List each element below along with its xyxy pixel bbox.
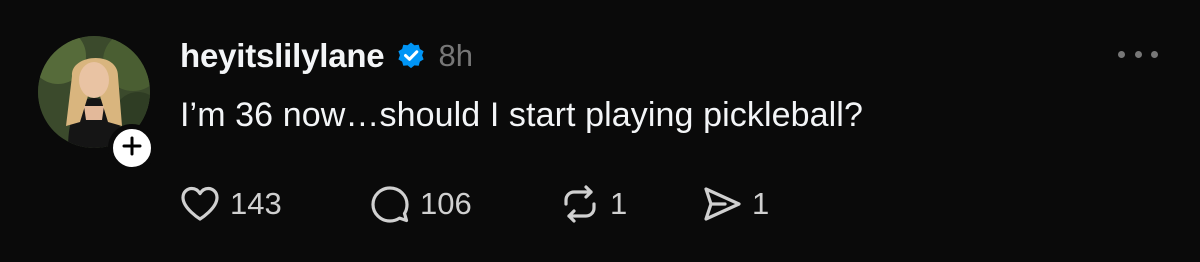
follow-button[interactable] [108, 124, 156, 172]
like-button[interactable]: 143 [178, 178, 368, 230]
plus-icon [122, 136, 142, 161]
post-timestamp[interactable]: 8h [438, 38, 472, 74]
heart-icon [178, 182, 222, 226]
more-dot [1151, 50, 1158, 58]
repost-button[interactable]: 1 [558, 178, 700, 230]
avatar-container [38, 36, 156, 172]
comment-bubble-icon [368, 182, 412, 226]
more-options-button[interactable] [1118, 44, 1158, 64]
post-text: I’m 36 now…should I start playing pickle… [180, 96, 863, 134]
verified-badge-icon [396, 41, 426, 71]
post-header: heyitslilylane 8h [180, 34, 473, 78]
thread-post: heyitslilylane 8h I’m 36 now…should I st… [0, 0, 1200, 262]
post-actions: 143 106 1 1 [178, 178, 820, 230]
username-link[interactable]: heyitslilylane [180, 37, 385, 75]
repost-count: 1 [610, 186, 628, 221]
like-count: 143 [230, 186, 282, 221]
more-dot [1134, 50, 1142, 58]
repost-icon [558, 182, 602, 226]
comment-count: 106 [420, 186, 472, 221]
share-button[interactable]: 1 [700, 178, 820, 230]
more-dot [1118, 50, 1125, 58]
send-icon [700, 182, 744, 226]
comment-button[interactable]: 106 [368, 178, 558, 230]
share-count: 1 [752, 186, 770, 221]
